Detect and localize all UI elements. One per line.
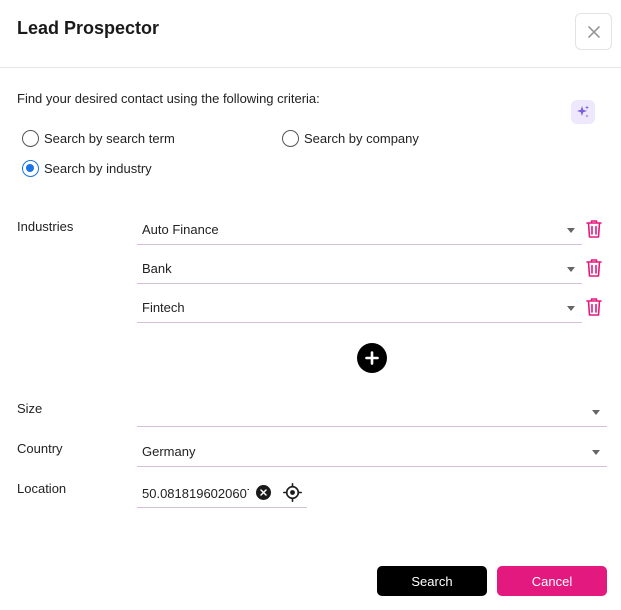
industry-select-1[interactable]: Auto Finance [137, 215, 582, 245]
chevron-down-icon [592, 450, 600, 455]
radio-label: Search by industry [44, 161, 152, 176]
industry-select-3[interactable]: Fintech [137, 293, 582, 323]
trash-icon[interactable] [585, 219, 603, 239]
clear-icon [260, 489, 267, 496]
chevron-down-icon [567, 228, 575, 233]
criteria-intro: Find your desired contact using the foll… [17, 91, 320, 106]
radio-circle[interactable] [22, 160, 39, 177]
close-button[interactable] [575, 13, 612, 50]
chevron-down-icon [567, 306, 575, 311]
radio-label: Search by search term [44, 131, 175, 146]
sparkle-icon [577, 105, 589, 118]
size-select[interactable] [137, 397, 607, 427]
location-field[interactable]: 50.0818196020607 [137, 478, 307, 508]
country-label: Country [17, 441, 63, 456]
trash-icon[interactable] [585, 258, 603, 278]
ai-assist-button[interactable] [571, 100, 595, 124]
plus-icon [365, 351, 379, 365]
industry-value: Fintech [142, 300, 185, 315]
industry-select-2[interactable]: Bank [137, 254, 582, 284]
location-label: Location [17, 481, 67, 496]
dialog-title: Lead Prospector [17, 18, 160, 38]
radio-circle[interactable] [282, 130, 299, 147]
country-value: Germany [142, 444, 196, 459]
size-label: Size [17, 401, 43, 416]
location-value[interactable]: 50.0818196020607 [142, 486, 249, 501]
dialog-header: Lead Prospector [0, 0, 621, 68]
search-button[interactable]: Search [377, 566, 487, 596]
industry-value: Auto Finance [142, 222, 219, 237]
chevron-down-icon [567, 267, 575, 272]
clear-location-button[interactable] [256, 485, 271, 500]
crosshair-icon[interactable] [283, 483, 302, 502]
radio-industry[interactable]: Search by industry [22, 160, 152, 177]
chevron-down-icon [592, 410, 600, 415]
industry-value: Bank [142, 261, 172, 276]
radio-company[interactable]: Search by company [282, 130, 419, 147]
cancel-button[interactable]: Cancel [497, 566, 607, 596]
trash-icon[interactable] [585, 297, 603, 317]
radio-circle[interactable] [22, 130, 39, 147]
close-icon [587, 25, 600, 38]
add-industry-button[interactable] [357, 343, 387, 373]
country-select[interactable]: Germany [137, 437, 607, 467]
industries-label: Industries [17, 219, 74, 234]
radio-label: Search by company [304, 131, 419, 146]
radio-search-term[interactable]: Search by search term [22, 130, 175, 147]
